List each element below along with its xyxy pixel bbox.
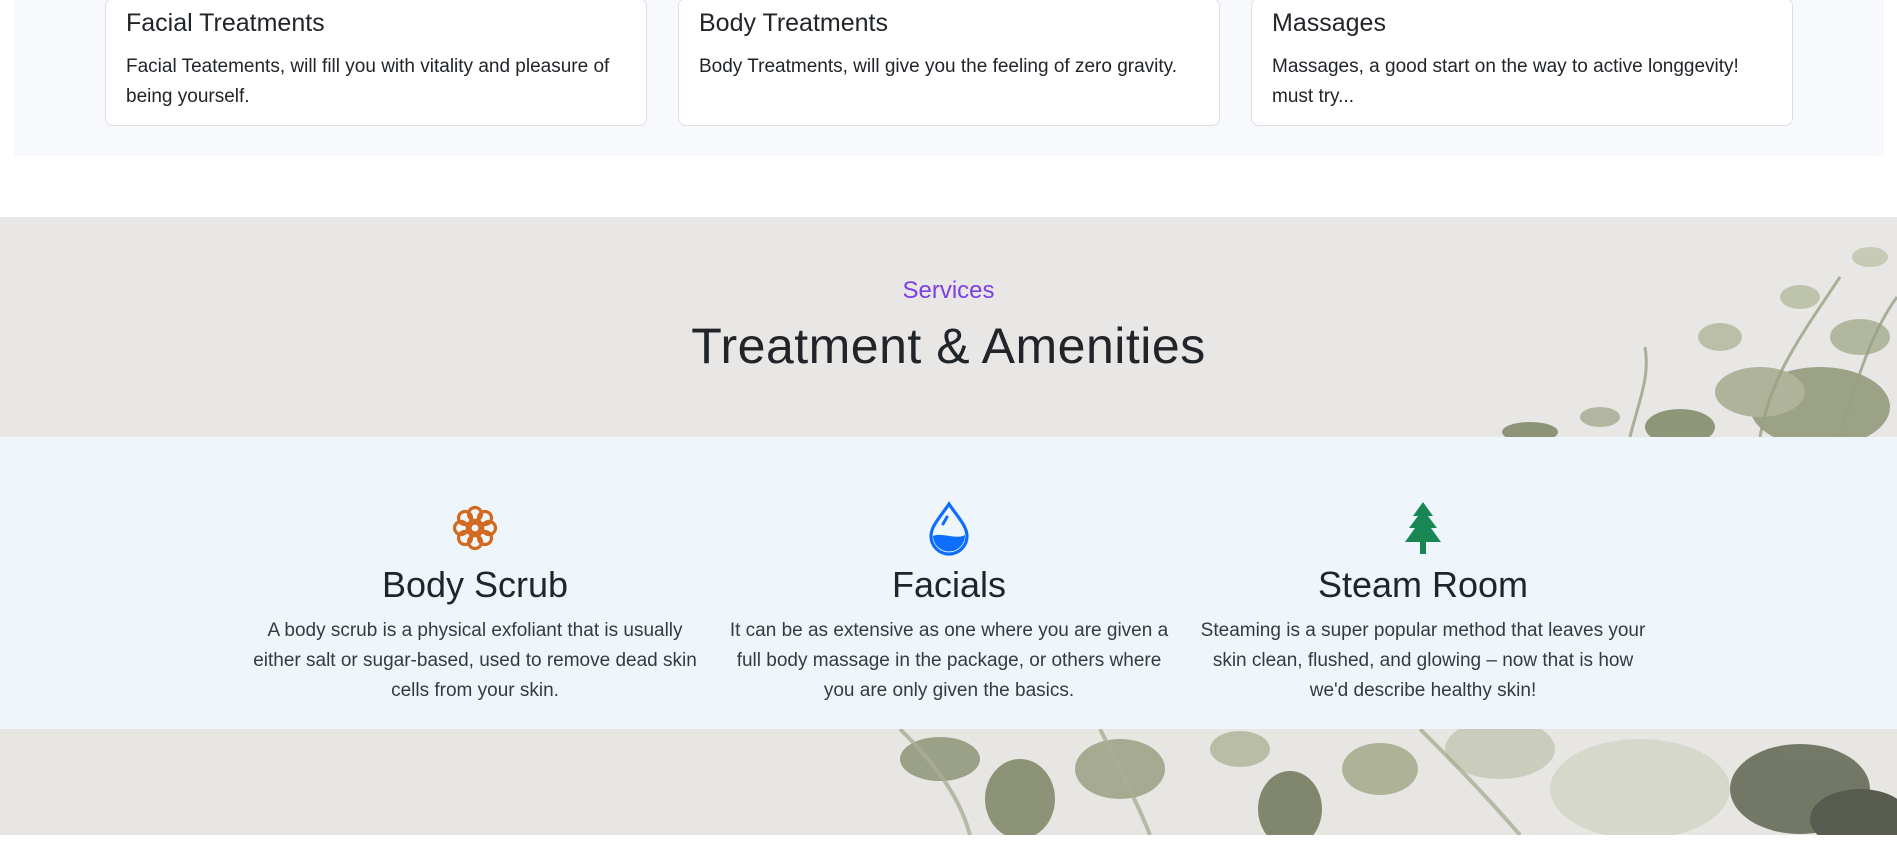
tree-icon	[1405, 502, 1441, 554]
card-title: Massages	[1272, 9, 1386, 37]
amenity-text: A body scrub is a physical exfoliant tha…	[253, 620, 697, 701]
amenity-title: Steam Room	[1317, 564, 1529, 605]
card-text: Facial Teatements, will fill you with vi…	[126, 56, 610, 107]
treatment-cards-section: Facial Treatments Facial Teatements, wil…	[14, 0, 1884, 156]
card-text: Body Treatments, will give you the feeli…	[699, 56, 1178, 77]
amenity-text: It can be as extensive as one where you …	[729, 620, 1169, 701]
services-header-section: Services Treatment & Amenities	[0, 217, 1897, 437]
services-kicker: Services	[902, 277, 995, 304]
water-drop-icon	[929, 501, 969, 556]
services-title: Treatment & Amenities	[691, 318, 1206, 374]
card-facial-treatments[interactable]: Facial Treatments Facial Teatements, wil…	[105, 0, 647, 126]
amenity-body-scrub: Body Scrub A body scrub is a physical ex…	[250, 500, 700, 706]
flower-icon	[453, 505, 497, 551]
page: Facial Treatments Facial Teatements, wil…	[0, 0, 1897, 852]
card-title: Facial Treatments	[126, 9, 325, 37]
plant-background-image	[898, 729, 1897, 835]
plant-background-section	[0, 729, 1897, 835]
amenity-steam-room: Steam Room Steaming is a super popular m…	[1198, 500, 1648, 706]
card-body-treatments[interactable]: Body Treatments Body Treatments, will gi…	[678, 0, 1220, 126]
amenity-title: Body Scrub	[381, 564, 569, 605]
amenity-text: Steaming is a super popular method that …	[1200, 620, 1646, 701]
amenities-section: Body Scrub A body scrub is a physical ex…	[0, 437, 1897, 729]
amenity-title: Facials	[891, 564, 1007, 605]
card-title: Body Treatments	[699, 9, 888, 37]
amenity-facials: Facials It can be as extensive as one wh…	[724, 500, 1174, 706]
card-massages[interactable]: Massages Massages, a good start on the w…	[1251, 0, 1793, 126]
card-text: Massages, a good start on the way to act…	[1272, 56, 1739, 107]
